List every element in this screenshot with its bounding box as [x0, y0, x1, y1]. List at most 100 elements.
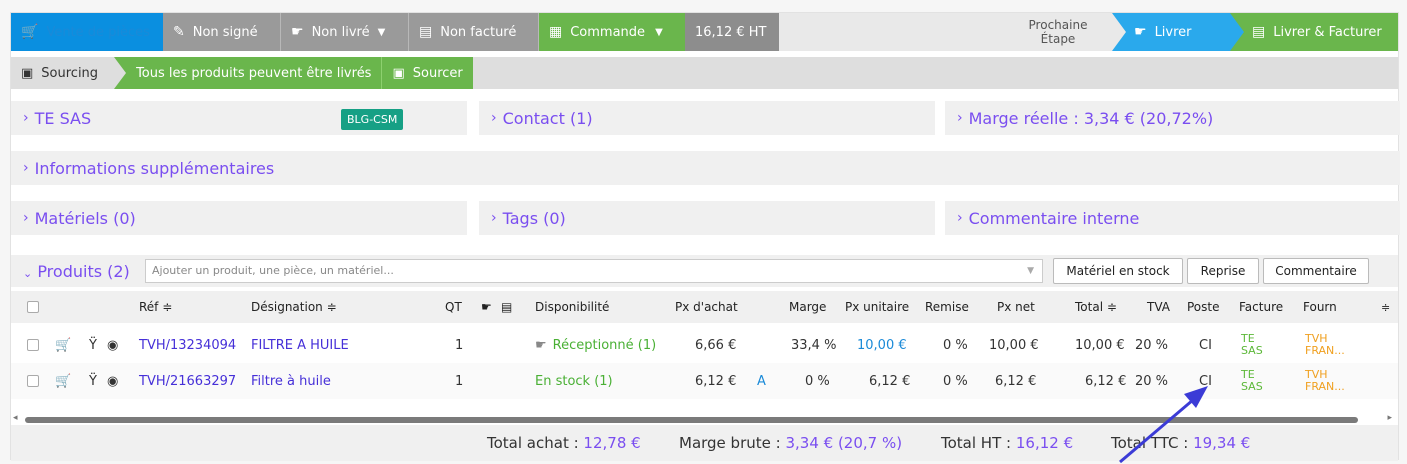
status-filler: [779, 13, 1004, 51]
row-poste[interactable]: CI: [1199, 327, 1212, 363]
table-header: Réf ≑ Désignation ≑ QT ☛ ▤ Disponibilité…: [11, 291, 1398, 323]
products-title-label: Produits (2): [37, 261, 130, 281]
livrer-button[interactable]: ☛ Livrer: [1112, 13, 1230, 51]
row-ref[interactable]: TVH/21663297: [139, 363, 236, 399]
row-fourn[interactable]: TVH FRAN...: [1305, 363, 1349, 399]
panel-marge[interactable]: › Marge réelle : 3,34 € (20,72%): [945, 101, 1400, 135]
status-montant: 16,12 € HT: [685, 13, 779, 51]
row-px-unitaire[interactable]: 10,00 €: [857, 327, 907, 363]
scroll-left-icon[interactable]: ◂: [13, 413, 18, 423]
row-facture-text: TE SAS: [1241, 368, 1263, 393]
row-px-achat[interactable]: 6,66 €: [695, 327, 736, 363]
panel-materiels[interactable]: › Matériels (0): [11, 201, 467, 235]
panel-infos[interactable]: › Informations supplémentaires: [11, 151, 1400, 185]
col-tva: TVA: [1147, 300, 1170, 314]
row-qt[interactable]: 1: [455, 363, 463, 399]
hand-icon: ☛: [1134, 24, 1147, 40]
annotation-arrow-icon: [1119, 386, 1208, 464]
eye-icon[interactable]: ◉: [107, 363, 118, 399]
next-step-label: Prochaine Étape: [1004, 13, 1112, 51]
select-all-checkbox[interactable]: [27, 291, 39, 323]
panel-tags-label: Tags (0): [502, 208, 566, 228]
row-designation[interactable]: FILTRE A HUILE: [251, 327, 349, 363]
row-total: 10,00 €: [1075, 337, 1125, 353]
materiel-stock-button[interactable]: Matériel en stock: [1053, 258, 1183, 284]
livrer-label: Livrer: [1154, 24, 1192, 40]
panel-contact-label: Contact (1): [502, 108, 593, 128]
row-flag-a[interactable]: A: [757, 363, 766, 399]
status-vente[interactable]: 🛒 Vente de pièces: [11, 13, 163, 51]
status-bar: 🛒 Vente de pièces ✎ Non signé ☛ Non livr…: [11, 13, 1398, 51]
row-tva[interactable]: 20 %: [1135, 327, 1168, 363]
status-commande[interactable]: ▦ Commande ▼: [539, 13, 685, 51]
status-facture-label: Non facturé: [440, 24, 517, 40]
row-remise[interactable]: 0 %: [943, 327, 968, 363]
edit-icon: ✎: [173, 24, 185, 40]
invoice-icon: ▤: [419, 24, 433, 40]
cart-icon[interactable]: 🛒: [55, 363, 71, 399]
row-px-unitaire[interactable]: 6,12 €: [869, 363, 910, 399]
livrer-facturer-button[interactable]: ▤ Livrer & Facturer: [1230, 13, 1398, 51]
col-remise: Remise: [925, 300, 969, 314]
cart-icon[interactable]: 🛒: [55, 327, 71, 363]
row-dispo-text: Réceptionné (1): [552, 337, 657, 353]
products-title[interactable]: ⌄ Produits (2): [11, 262, 145, 281]
total-ht: Total HT : 16,12 €: [941, 434, 1073, 452]
row-facture[interactable]: TE SAS: [1241, 363, 1271, 399]
chevron-right-icon: ›: [23, 160, 29, 176]
marge-brute-value: 3,34 € (20,7 %): [785, 434, 903, 452]
col-marge: Marge: [789, 300, 827, 314]
commentaire-button[interactable]: Commentaire: [1263, 258, 1369, 284]
row-ref[interactable]: TVH/13234094: [139, 327, 236, 363]
row-facture[interactable]: TE SAS: [1241, 327, 1271, 363]
calculator-icon: ▦: [549, 24, 563, 40]
marge-brute: Marge brute : 3,34 € (20,7 %): [679, 434, 902, 452]
total-achat: Total achat : 12,78 €: [487, 434, 641, 452]
status-facture[interactable]: ▤ Non facturé: [409, 13, 539, 51]
col-total[interactable]: Total ≑: [1075, 291, 1117, 323]
sourcer-button[interactable]: ▣ Sourcer: [381, 57, 473, 89]
status-livre[interactable]: ☛ Non livré ▼: [281, 13, 409, 51]
row-px-net: 10,00 €: [989, 337, 1039, 353]
product-search-placeholder: Ajouter un produit, une pièce, un matéri…: [152, 264, 394, 277]
invoice-icon: ▤: [501, 300, 513, 314]
tool-icon[interactable]: Ÿ: [89, 363, 97, 399]
panel-marge-label: Marge réelle : 3,34 € (20,72%): [968, 108, 1214, 128]
row-designation[interactable]: Filtre à huile: [251, 363, 331, 399]
row-marge: 33,4 %: [791, 337, 837, 353]
row-checkbox[interactable]: [27, 363, 39, 399]
col-facture: Facture: [1239, 300, 1284, 314]
chevron-right-icon: ›: [491, 110, 497, 126]
col-designation[interactable]: Désignation ≑: [251, 291, 337, 323]
eye-icon[interactable]: ◉: [107, 327, 118, 363]
row-facture-text: TE SAS: [1241, 332, 1263, 357]
col-ref[interactable]: Réf ≑: [139, 291, 172, 323]
panel-materiels-label: Matériels (0): [34, 208, 136, 228]
invoice-icon: ▤: [1252, 24, 1266, 40]
marge-brute-label: Marge brute :: [679, 434, 781, 452]
chevron-down-icon: ⌄: [23, 266, 33, 280]
products-header: ⌄ Produits (2) Ajouter un produit, une p…: [11, 255, 1398, 287]
total-ht-label: Total HT :: [941, 434, 1012, 452]
reprise-button[interactable]: Reprise: [1187, 258, 1259, 284]
chevron-right-icon: ›: [23, 210, 29, 226]
row-checkbox[interactable]: [27, 327, 39, 363]
row-qt[interactable]: 1: [455, 327, 463, 363]
status-signe[interactable]: ✎ Non signé: [163, 13, 281, 51]
client-badge: BLG-CSM: [341, 109, 404, 130]
row-px-achat[interactable]: 6,12 €: [695, 363, 736, 399]
product-search-input[interactable]: Ajouter un produit, une pièce, un matéri…: [145, 259, 1043, 283]
row-px-net: 6,12 €: [995, 373, 1037, 389]
sourcing-message-text: Tous les produits peuvent être livrés: [136, 65, 372, 81]
col-fourn: Fourn: [1303, 300, 1337, 314]
scroll-right-icon[interactable]: ▸: [1387, 413, 1392, 423]
sort-icon[interactable]: ≑: [1381, 291, 1390, 323]
row-fourn[interactable]: TVH FRAN...: [1305, 327, 1349, 363]
row-remise[interactable]: 0 %: [943, 363, 968, 399]
tool-icon[interactable]: Ÿ: [89, 327, 97, 363]
panel-tags[interactable]: › Tags (0): [479, 201, 935, 235]
panel-commentaire[interactable]: › Commentaire interne: [945, 201, 1400, 235]
panel-commentaire-label: Commentaire interne: [968, 208, 1140, 228]
panel-contact[interactable]: › Contact (1): [479, 101, 935, 135]
total-achat-label: Total achat :: [487, 434, 579, 452]
